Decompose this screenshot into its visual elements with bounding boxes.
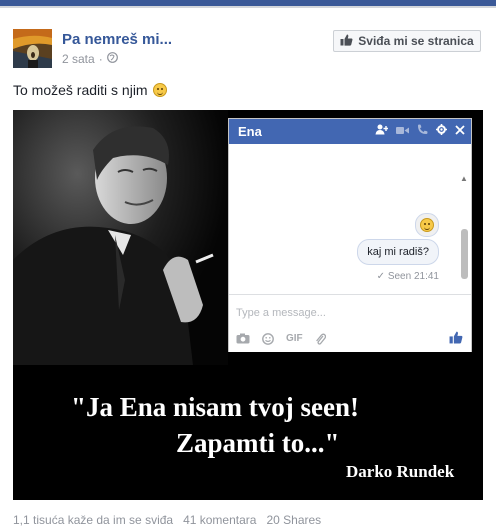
smile-emoji-icon: [420, 218, 434, 232]
chat-contact-name[interactable]: Ena: [238, 124, 262, 139]
quote-line-1: "Ja Ena nisam tvoj seen!: [71, 392, 359, 422]
message-bubble: kaj mi radiš?: [357, 239, 439, 265]
scroll-thumb[interactable]: [461, 229, 468, 279]
comments-count-link[interactable]: 41 komentara: [183, 513, 256, 527]
check-icon: ✓: [376, 271, 386, 282]
chat-header: Ena: [229, 119, 471, 144]
message-input[interactable]: Type a message...: [236, 307, 326, 319]
chat-messages[interactable]: ▲ ▼ kaj mi radiš? ✓ Seen 21:41: [229, 144, 471, 303]
post-image[interactable]: Ena ▲ kaj mi radiš? ✓ Seen 21:41 Type a …: [13, 110, 483, 500]
gif-icon[interactable]: GIF: [286, 333, 303, 349]
quote-author: Darko Rundek: [346, 462, 455, 481]
page-name-link[interactable]: Pa nemreš mi...: [62, 31, 172, 48]
scroll-up-icon[interactable]: ▲: [460, 174, 468, 183]
page-avatar[interactable]: [13, 29, 52, 68]
top-bar-divider: [0, 6, 496, 8]
paperclip-icon[interactable]: [315, 333, 326, 349]
camera-icon[interactable]: [236, 333, 250, 349]
post-time[interactable]: 2 sata: [62, 52, 95, 66]
phone-icon[interactable]: [417, 123, 428, 139]
likes-count-link[interactable]: 1,1 tisuća kaže da im se sviđa: [13, 513, 173, 527]
sticker-smile-icon[interactable]: [262, 333, 274, 349]
video-call-icon[interactable]: [396, 123, 409, 139]
shares-count-link[interactable]: 20 Shares: [266, 513, 321, 527]
chat-window[interactable]: Ena ▲ kaj mi radiš? ✓ Seen 21:41 Type a …: [228, 118, 472, 352]
seen-status: ✓ Seen 21:41: [377, 271, 439, 282]
tongue-emoji-icon: [152, 83, 167, 97]
post-text-content: To možeš raditi s njim: [13, 82, 148, 98]
close-icon[interactable]: [455, 123, 465, 139]
chat-tools: GIF: [236, 333, 326, 349]
chat-header-icons: [375, 123, 465, 139]
like-page-button[interactable]: Sviđa mi se stranica: [333, 30, 481, 52]
message-bubble-emoji: [415, 213, 439, 237]
thumbs-up-icon: [340, 34, 353, 49]
post-stats: 1,1 tisuća kaže da im se sviđa 41 koment…: [13, 513, 321, 527]
add-friend-icon[interactable]: [375, 123, 388, 139]
post-text: To možeš raditi s njim: [13, 82, 167, 98]
chat-composer: Type a message... GIF: [229, 294, 471, 352]
like-page-label: Sviđa mi se stranica: [358, 34, 474, 48]
chat-scrollbar[interactable]: ▲ ▼: [460, 174, 469, 304]
globe-icon: [106, 52, 118, 66]
quote-line-2: Zapamti to...": [176, 428, 340, 458]
meta-dot: ·: [98, 52, 103, 66]
seen-text: Seen 21:41: [387, 271, 439, 282]
post-meta: 2 sata ·: [62, 52, 118, 66]
thumbs-up-send-icon[interactable]: [449, 331, 463, 347]
gear-icon[interactable]: [436, 123, 447, 139]
